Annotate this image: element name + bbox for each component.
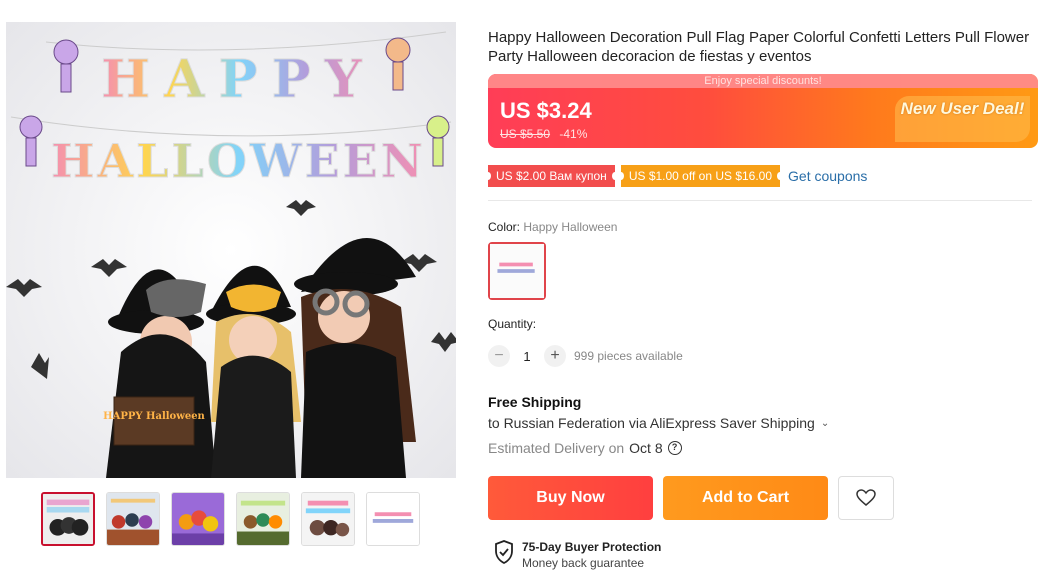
thumbnail-strip xyxy=(41,492,420,546)
color-swatch-happy-halloween[interactable] xyxy=(488,242,546,300)
get-coupons-link[interactable]: Get coupons xyxy=(788,168,867,184)
thumbnail-6[interactable] xyxy=(366,492,420,546)
quantity-label: Quantity: xyxy=(488,317,537,331)
divider xyxy=(488,200,1032,201)
halloween-sign: HAPPY Halloween xyxy=(103,396,206,446)
current-price: US $3.24 xyxy=(500,98,592,123)
thumbnail-3[interactable] xyxy=(171,492,225,546)
coupon-badge-1[interactable]: US $2.00 Вам купон xyxy=(485,165,618,187)
thumbnail-2[interactable] xyxy=(106,492,160,546)
quantity-value[interactable]: 1 xyxy=(510,349,544,364)
thumbnail-4[interactable] xyxy=(236,492,290,546)
product-info-panel: Happy Halloween Decoration Pull Flag Pap… xyxy=(485,28,1038,570)
estimated-delivery: Estimated Delivery on Oct 8 ? xyxy=(488,440,682,456)
protection-title: 75-Day Buyer Protection xyxy=(522,540,662,554)
wishlist-button[interactable] xyxy=(838,476,894,520)
product-title: Happy Halloween Decoration Pull Flag Pap… xyxy=(488,29,1030,65)
shipping-route-selector[interactable]: to Russian Federation via AliExpress Sav… xyxy=(488,415,829,431)
help-icon[interactable]: ? xyxy=(667,441,682,455)
buyer-protection: 75-Day Buyer Protection Money back guara… xyxy=(494,540,661,570)
protection-subtitle: Money back guarantee xyxy=(522,556,645,570)
quantity-increase-button[interactable]: + xyxy=(544,345,566,367)
banner-happy: HAPPY xyxy=(101,49,376,110)
delivery-date: Oct 8 xyxy=(629,440,663,456)
price-banner: Enjoy special discounts! US $3.24 US $5.… xyxy=(488,74,1038,148)
heart-icon xyxy=(856,489,876,506)
thumbnail-1[interactable] xyxy=(41,492,95,546)
chevron-down-icon: ⌄ xyxy=(820,417,830,429)
buy-now-button[interactable]: Buy Now xyxy=(488,476,653,520)
stock-available: 999 pieces available xyxy=(574,349,683,363)
discount-strip: Enjoy special discounts! xyxy=(488,74,1038,88)
shipping-title: Free Shipping xyxy=(488,394,582,410)
add-to-cart-button[interactable]: Add to Cart xyxy=(663,476,828,520)
quantity-stepper: − 1 + 999 pieces available xyxy=(488,345,683,367)
color-value: Happy Halloween xyxy=(523,220,618,234)
color-label: Color: xyxy=(488,220,521,234)
new-user-deal-badge: New User Deal! xyxy=(895,96,1030,142)
sign-text: HAPPY Halloween xyxy=(103,411,205,422)
quantity-decrease-button[interactable]: − xyxy=(488,345,510,367)
original-price: US $5.50 xyxy=(500,127,551,141)
color-label-row: Color: Happy Halloween xyxy=(488,220,617,234)
delivery-label: Estimated Delivery on xyxy=(488,440,625,456)
banner-halloween: HALLOWEEN xyxy=(51,134,426,188)
shield-check-icon xyxy=(495,540,513,564)
main-product-image[interactable]: HAPPY HALLOWEEN HAPPY Halloween xyxy=(6,22,456,478)
coupon-badge-2[interactable]: US $1.00 off on US $16.00 xyxy=(617,165,784,187)
discount-percent: -41% xyxy=(559,127,588,141)
coupon-row: US $2.00 Вам купон US $1.00 off on US $1… xyxy=(485,165,867,187)
thumbnail-5[interactable] xyxy=(301,492,355,546)
original-price-row: US $5.50 -41% xyxy=(500,127,587,141)
shipping-route: to Russian Federation via AliExpress Sav… xyxy=(488,415,815,431)
